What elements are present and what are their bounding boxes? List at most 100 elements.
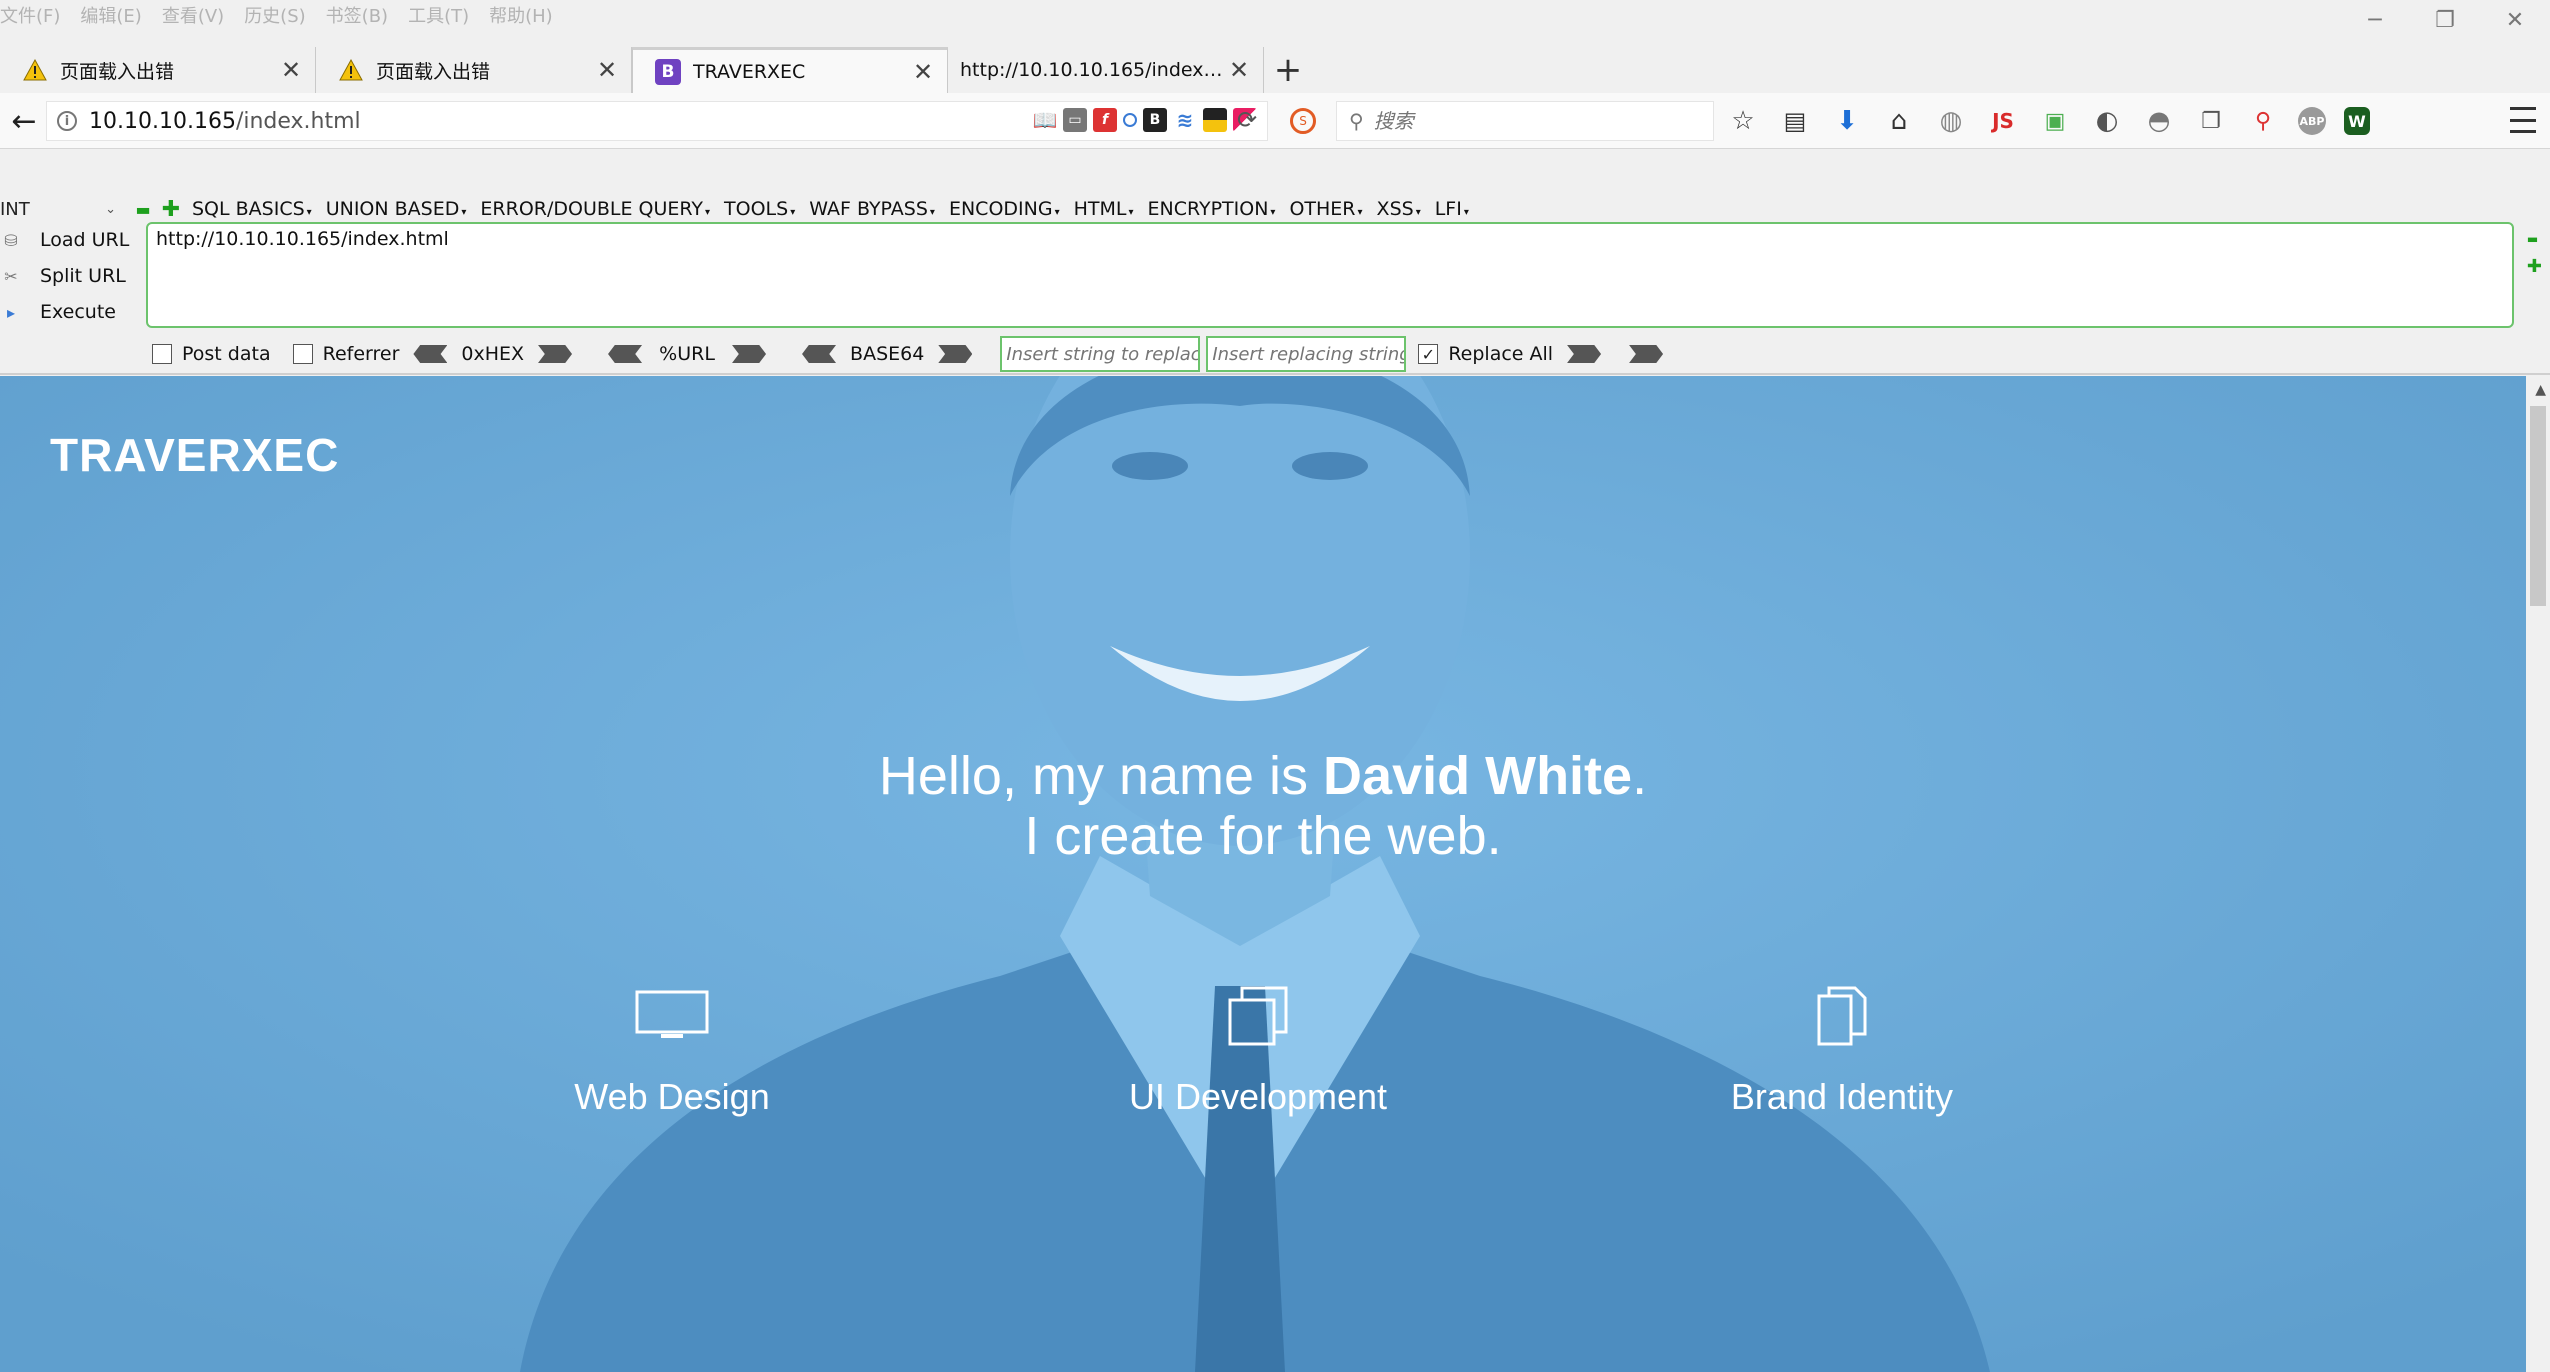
site-logo[interactable]: TRAVERXEC <box>50 428 339 482</box>
library-icon[interactable]: ▤ <box>1778 104 1812 138</box>
menu-error-double-query[interactable]: ERROR/DOUBLE QUERY <box>480 198 710 220</box>
scissors-icon: ✂ <box>4 266 18 286</box>
menu-view[interactable]: 查看(V) <box>162 2 224 28</box>
flag-icon[interactable] <box>1203 108 1227 132</box>
zoom-search-icon[interactable]: ⚲ <box>2246 104 2280 138</box>
base64-decode-arrow-icon[interactable] <box>802 345 837 363</box>
back-arrow-icon[interactable]: ← <box>4 101 44 141</box>
hex-decode-arrow-icon[interactable] <box>413 345 448 363</box>
address-bar-addon-icons: 📖 ▭ f B ≋ <box>1033 108 1257 132</box>
replace-right-arrow-icon[interactable] <box>1629 345 1664 363</box>
url-encode-arrow-icon[interactable] <box>732 345 767 363</box>
execute-button[interactable]: ▸ Execute <box>0 294 142 330</box>
bookmark-star-icon[interactable]: ☆ <box>1726 104 1760 138</box>
menu-tools[interactable]: TOOLS <box>724 198 795 220</box>
url-decode-arrow-icon[interactable] <box>608 345 643 363</box>
wave-icon[interactable]: ≋ <box>1173 108 1197 132</box>
image-icon[interactable]: ▣ <box>2038 104 2072 138</box>
tab-error-1[interactable]: 页面载入出错 ✕ <box>0 47 316 93</box>
minus-toggle-icon[interactable]: ▬ <box>2527 232 2542 246</box>
restore-button[interactable]: ❐ <box>2410 0 2480 40</box>
scrollbar-thumb[interactable] <box>2530 406 2546 606</box>
close-tab-icon[interactable]: ✕ <box>911 58 935 86</box>
hackbar-url-textarea[interactable]: http://10.10.10.165/index.html <box>146 222 2514 328</box>
menu-encoding[interactable]: ENCODING <box>949 198 1060 220</box>
window-controls: ─ ❐ ✕ <box>2340 0 2550 40</box>
shield-icon[interactable]: W <box>2344 107 2370 135</box>
close-tab-icon[interactable]: ✕ <box>279 56 303 84</box>
menu-union-based[interactable]: UNION BASED <box>326 198 467 220</box>
menu-tools[interactable]: 工具(T) <box>408 2 469 28</box>
home-icon[interactable]: ⌂ <box>1882 104 1916 138</box>
tab-error-2[interactable]: 页面载入出错 ✕ <box>316 47 632 93</box>
tab-index-url[interactable]: http://10.10.10.165/index.ht... ✕ <box>948 47 1264 93</box>
menu-lfi[interactable]: LFI <box>1435 198 1469 220</box>
scroll-up-arrow-icon[interactable]: ▲ <box>2535 382 2546 398</box>
close-tab-icon[interactable]: ✕ <box>1227 56 1251 84</box>
hex-encode-arrow-icon[interactable] <box>538 345 573 363</box>
close-tab-icon[interactable]: ✕ <box>595 56 619 84</box>
palette-icon[interactable]: ◐ <box>2090 104 2124 138</box>
download-icon[interactable]: ⬇ <box>1830 104 1864 138</box>
noscript-icon[interactable]: S <box>1290 108 1316 134</box>
url-host: 10.10.10.165 <box>89 108 236 134</box>
reload-icon[interactable]: ⟳ <box>1230 103 1264 137</box>
referrer-checkbox[interactable] <box>292 344 313 364</box>
post-data-checkbox[interactable] <box>152 344 172 364</box>
dot-icon[interactable] <box>1123 113 1137 127</box>
base64-encode-arrow-icon[interactable] <box>938 345 973 363</box>
replacing-string-input[interactable] <box>1206 336 1407 372</box>
javascript-toggle-icon[interactable]: JS <box>1986 104 2020 138</box>
tab-strip: 页面载入出错 ✕ 页面载入出错 ✕ B TRAVERXEC ✕ http://1… <box>0 47 2550 93</box>
menu-other[interactable]: OTHER <box>1289 198 1362 220</box>
search-bar[interactable]: ⚲ <box>1336 101 1714 141</box>
tab-title: TRAVERXEC <box>693 60 806 83</box>
hamburger-menu-icon[interactable] <box>2510 107 2536 133</box>
documents-icon <box>1642 976 2042 1056</box>
reader-view-icon[interactable]: 📖 <box>1033 108 1058 132</box>
menu-html[interactable]: HTML <box>1074 198 1134 220</box>
close-window-button[interactable]: ✕ <box>2480 0 2550 40</box>
split-url-button[interactable]: ✂ Split URL <box>0 258 142 294</box>
replace-left-arrow-icon[interactable] <box>1567 345 1602 363</box>
tab-traverxec[interactable]: B TRAVERXEC ✕ <box>632 47 948 93</box>
menu-bookmarks[interactable]: 书签(B) <box>326 2 388 28</box>
replace-all-checkbox[interactable]: ✓ <box>1418 344 1439 364</box>
globe-icon[interactable]: ◍ <box>1934 104 1968 138</box>
hackbar-type-select[interactable]: INT ⌄ <box>0 196 122 222</box>
hero-heading: Hello, my name is David White. I create … <box>0 746 2526 866</box>
bootstrap-b-icon[interactable]: B <box>1143 108 1167 132</box>
tab-switcher-icon[interactable]: ❐ <box>2194 104 2228 138</box>
info-icon[interactable]: i <box>57 111 77 131</box>
adblock-plus-icon[interactable]: ABP <box>2298 107 2326 135</box>
url-path: /index.html <box>235 108 361 134</box>
minimize-button[interactable]: ─ <box>2340 0 2410 40</box>
load-url-button[interactable]: ⛁ Load URL <box>0 222 142 258</box>
menu-history[interactable]: 历史(S) <box>244 2 305 28</box>
address-bar[interactable]: i 10.10.10.165/index.html 📖 ▭ f B ≋ <box>46 101 1268 141</box>
warning-icon <box>22 57 48 83</box>
menu-sql-basics[interactable]: SQL BASICS <box>192 198 312 220</box>
hero-line-2: I create for the web. <box>1024 806 1502 866</box>
flash-icon[interactable]: f <box>1093 108 1117 132</box>
replace-string-input[interactable] <box>1000 336 1201 372</box>
screenshot-icon[interactable]: ▭ <box>1063 108 1087 132</box>
url-text[interactable]: 10.10.10.165/index.html <box>89 109 361 134</box>
new-tab-button[interactable]: + <box>1264 47 1312 93</box>
tab-title: 页面载入出错 <box>60 60 175 83</box>
menu-encryption[interactable]: ENCRYPTION <box>1148 198 1276 220</box>
minus-toggle-icon[interactable]: ▬ <box>135 200 150 219</box>
search-input[interactable] <box>1373 109 1694 133</box>
plus-toggle-icon[interactable]: ✚ <box>162 197 180 222</box>
proxy-globe-icon[interactable]: ◓ <box>2142 104 2176 138</box>
service-web-design: Web Design <box>472 976 872 1118</box>
page-scrollbar[interactable]: ▲ <box>2526 376 2550 1372</box>
menu-help[interactable]: 帮助(H) <box>489 2 553 28</box>
menu-file[interactable]: 文件(F) <box>0 2 60 28</box>
monitor-icon <box>472 976 872 1056</box>
hackbar-actions: ⛁ Load URL ✂ Split URL ▸ Execute <box>0 222 142 330</box>
menu-xss[interactable]: XSS <box>1377 198 1421 220</box>
menu-waf-bypass[interactable]: WAF BYPASS <box>809 198 935 220</box>
menu-edit[interactable]: 编辑(E) <box>80 2 141 28</box>
plus-toggle-icon[interactable]: ✚ <box>2527 256 2542 277</box>
